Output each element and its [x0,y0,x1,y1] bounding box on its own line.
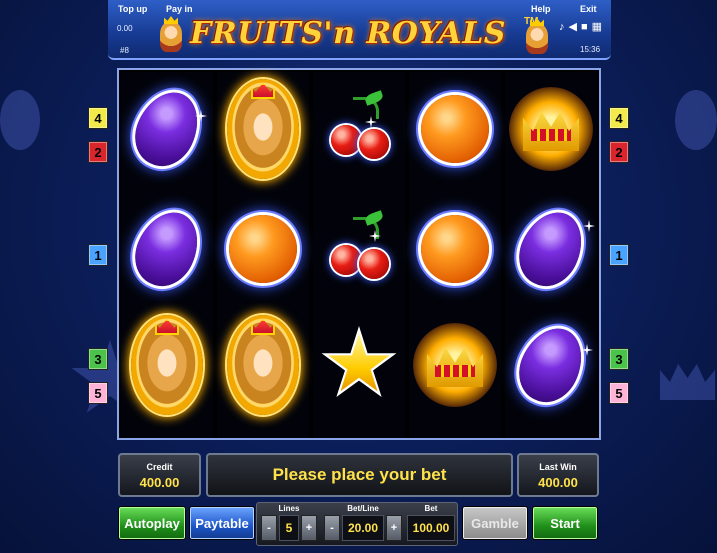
reel-1 [121,72,213,438]
plum-icon [508,202,594,296]
bet-line-label: Bet/Line [347,504,379,513]
music-icon[interactable]: ♪ [559,21,565,33]
header-bar: Top up Pay in 0.00 #8 FRUITS'n ROYALS TM… [108,0,611,60]
reel-1-symbol-2 [121,192,213,306]
line-badge-5-right: 5 [609,382,629,404]
bet-line-increase-button[interactable]: + [386,515,402,541]
reel-5-symbol-2 [505,192,597,306]
orange-icon [421,95,489,163]
lines-increase-button[interactable]: + [301,515,317,541]
crown-icon [413,323,497,407]
plum-icon [508,318,594,412]
clock: 15:36 [580,45,601,54]
cherry-icon [325,210,393,283]
reel-4 [409,72,501,438]
line-badge-2-right: 2 [609,141,629,163]
lines-label: Lines [278,504,300,513]
reel-5-symbol-3 [505,308,597,422]
reel-5 [505,72,597,438]
gamble-button[interactable]: Gamble [462,506,528,540]
paytable-button[interactable]: Paytable [189,506,255,540]
bet-label: Bet [424,504,438,513]
reel-5-symbol-1 [505,72,597,186]
reel-4-symbol-1 [409,72,501,186]
fullscreen-icon[interactable]: ■ [581,21,588,33]
bet-value: 100.00 [407,515,455,541]
last-win-value: 400.00 [538,475,578,490]
cherry-icon [325,90,393,163]
reel-2-symbol-3 [217,308,309,422]
crown-icon [509,87,593,171]
line-badge-2-left: 2 [88,141,108,163]
autoplay-button[interactable]: Autoplay [118,506,186,540]
reel-1-symbol-3 [121,308,213,422]
line-badge-4-right: 4 [609,107,629,129]
reel-2-symbol-1 [217,72,309,186]
line-badge-3-left: 3 [88,348,108,370]
lines-value: 5 [279,515,299,541]
settings-icons: ♪ ◀ ■ ▦ [559,20,606,33]
star-icon [321,326,397,397]
last-win-panel: Last Win 400.00 [517,453,599,497]
orange-icon [421,215,489,283]
game-logo: FRUITS'n ROYALS [190,16,506,51]
bet-line-value: 20.00 [342,515,384,541]
exit-button[interactable]: Exit [580,4,597,14]
line-badge-4-left: 4 [88,107,108,129]
credit-panel: Credit 400.00 [118,453,201,497]
top-up-button[interactable]: Top up [118,4,147,14]
reel-window [117,68,601,440]
reel-4-symbol-3 [409,308,501,422]
last-win-label: Last Win [539,462,577,472]
credit-label: Credit [146,462,173,472]
queen-icon [227,315,299,415]
king-mascot [160,16,182,52]
queen-mascot [526,18,548,54]
pay-in-button[interactable]: Pay in [166,4,193,14]
orange-icon [229,215,297,283]
reel-2-symbol-2 [217,192,309,306]
bet-line-decrease-button[interactable]: - [324,515,340,541]
line-badge-1-left: 1 [88,244,108,266]
help-button[interactable]: Help [531,4,551,14]
reel-2 [217,72,309,438]
line-badge-5-left: 5 [88,382,108,404]
lines-decrease-button[interactable]: - [261,515,277,541]
reel-3-symbol-1 [313,72,405,186]
reel-1-symbol-1 [121,72,213,186]
queen-icon [227,79,299,179]
status-message: Please place your bet [206,453,513,497]
reel-4-symbol-2 [409,192,501,306]
bg-fruit-left [0,90,40,150]
reel-3-symbol-2 [313,192,405,306]
reel-3-symbol-3 [313,308,405,422]
bg-fruit-right [675,90,717,150]
settings-icon[interactable]: ▦ [592,21,602,33]
top-up-value: 0.00 [117,24,133,33]
plum-icon [124,82,210,176]
start-button[interactable]: Start [532,506,598,540]
credit-value: 400.00 [139,475,180,490]
session-id: #8 [120,46,129,55]
queen-icon [131,315,203,415]
line-badge-3-right: 3 [609,348,629,370]
line-badge-1-right: 1 [609,244,629,266]
reel-3 [313,72,405,438]
plum-icon [124,202,210,296]
sound-icon[interactable]: ◀ [569,21,577,33]
